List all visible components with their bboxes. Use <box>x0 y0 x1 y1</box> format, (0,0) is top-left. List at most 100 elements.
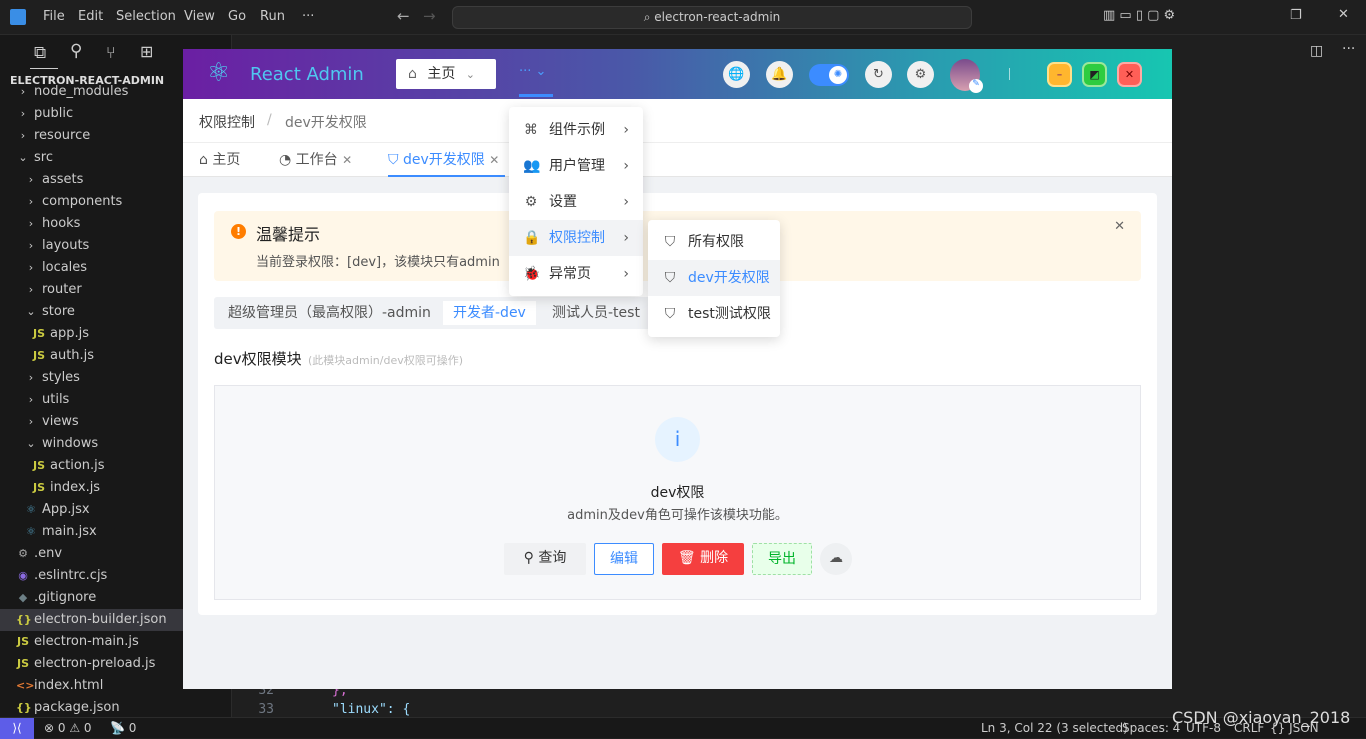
tree-item-label: src <box>34 150 53 165</box>
menu-run[interactable]: Run <box>260 9 285 24</box>
react-admin-window: ⚛ React Admin ⌂ 主页 ⌄ ··· ⌄ 🌐 🔔 ✺ ↻ ⚙ ✎ –… <box>183 49 1172 689</box>
more-menu-button[interactable]: ··· ⌄ <box>519 64 546 79</box>
tree-item-label: electron-main.js <box>34 634 139 649</box>
menu-item[interactable]: ⚙ 设置 › <box>509 184 643 220</box>
close-alert-icon[interactable]: ✕ <box>1114 219 1125 234</box>
menu-item[interactable]: ⌘ 组件示例 › <box>509 112 643 148</box>
chevron-right-icon: › <box>28 371 34 384</box>
chevron-right-icon: › <box>623 266 629 282</box>
breadcrumb-current: dev开发权限 <box>285 115 367 131</box>
close-button[interactable]: ✕ <box>1117 62 1142 87</box>
jsx-file-icon: ⚛ <box>26 503 36 516</box>
menu-item[interactable]: ⛉ test测试权限 <box>648 296 780 332</box>
jsx-file-icon: ⚛ <box>26 525 36 538</box>
source-control-icon[interactable]: ⑂ <box>106 43 116 62</box>
vscode-logo-icon <box>10 9 26 25</box>
back-arrow-icon[interactable]: ← <box>397 7 410 25</box>
more-actions-icon[interactable]: ··· <box>1342 41 1355 57</box>
menu-item[interactable]: 🔒 权限控制 › <box>509 220 643 256</box>
breadcrumb-item[interactable]: 权限控制 <box>199 112 255 132</box>
tree-item-label: windows <box>42 436 99 451</box>
tree-item-label: hooks <box>42 216 81 231</box>
tab-workbench[interactable]: ◔ 工作台 ✕ <box>279 143 352 177</box>
close-window-icon[interactable]: ✕ <box>1338 7 1349 22</box>
menu-item[interactable]: 🐞 异常页 › <box>509 256 643 292</box>
restore-icon[interactable]: ❐ <box>1290 8 1302 23</box>
avatar[interactable]: ✎ <box>950 59 983 93</box>
menu-go[interactable]: Go <box>228 9 246 24</box>
chevron-down-icon: ⌄ <box>18 151 28 164</box>
menu-selection[interactable]: Selection <box>116 9 176 24</box>
result-panel: i dev权限 admin及dev角色可操作该模块功能。 ⚲ 查询 编辑 🗑 删… <box>214 385 1141 600</box>
close-tab-icon[interactable]: ✕ <box>489 153 499 167</box>
search-icon[interactable]: ⚲ <box>70 41 82 61</box>
tree-item-label: store <box>42 304 75 319</box>
export-button[interactable]: 导出 <box>752 543 812 575</box>
search-text: electron-react-admin <box>654 10 781 24</box>
segment-dev[interactable]: 开发者-dev <box>443 301 536 325</box>
query-button[interactable]: ⚲ 查询 <box>504 543 586 575</box>
code-line[interactable]: "linux": { <box>332 702 410 717</box>
settings-icon[interactable]: ⚙ <box>907 61 934 88</box>
explorer-icon[interactable]: ⧉ <box>34 43 46 63</box>
module-title: dev权限模块 <box>214 350 302 368</box>
shield-check-icon: ⛉ <box>664 270 676 286</box>
segment-admin[interactable]: 超级管理员（最高权限）-admin <box>218 301 441 325</box>
remote-icon[interactable]: ⟩⟨ <box>0 718 34 739</box>
trash-icon: 🗑 <box>677 550 696 566</box>
bell-icon[interactable]: 🔔 <box>766 61 793 88</box>
result-desc: admin及dev角色可操作该模块功能。 <box>567 508 788 523</box>
cloud-upload-icon[interactable]: ☁ <box>820 543 852 575</box>
status-bar: ⟩⟨ ⊗ 0 ⚠ 0 📡 0 Ln 3, Col 22 (3 selected)… <box>0 717 1366 739</box>
tab-home[interactable]: ⌂ 主页 <box>199 143 240 177</box>
extensions-icon[interactable]: ⊞ <box>140 42 153 61</box>
home-menu-button[interactable]: ⌂ 主页 ⌄ <box>396 59 496 89</box>
minimize-button[interactable]: – <box>1047 62 1072 87</box>
menu-file[interactable]: File <box>43 9 65 24</box>
tree-item-label: index.js <box>50 480 101 495</box>
forward-arrow-icon[interactable]: → <box>423 7 436 25</box>
maximize-button[interactable]: ◩ <box>1082 62 1107 87</box>
tab-dev-permission[interactable]: ⛉ dev开发权限 ✕ <box>388 143 506 177</box>
chevron-right-icon: › <box>623 194 629 210</box>
chevron-right-icon: › <box>28 393 34 406</box>
refresh-icon[interactable]: ↻ <box>865 61 892 88</box>
tree-item-label: node_modules <box>34 84 129 99</box>
chevron-right-icon: › <box>28 283 34 296</box>
js-file-icon: JS <box>32 349 45 362</box>
app-header: ⚛ React Admin ⌂ 主页 ⌄ ··· ⌄ 🌐 🔔 ✺ ↻ ⚙ ✎ –… <box>183 49 1172 99</box>
menu-icon: 👥 <box>523 158 541 174</box>
permission-submenu: ⛉ 所有权限 ⛉ dev开发权限 ⛉ test测试权限 <box>648 220 780 337</box>
menu-icon: ⚙ <box>524 194 538 210</box>
chevron-right-icon: › <box>20 85 26 98</box>
menu-item[interactable]: ⛉ 所有权限 <box>648 224 780 260</box>
tree-item-label: utils <box>42 392 70 407</box>
dashboard-icon: ◔ <box>279 152 292 168</box>
language-icon[interactable]: 🌐 <box>723 61 750 88</box>
menu-edit[interactable]: Edit <box>78 9 103 24</box>
more-dropdown-menu: ⌘ 组件示例 › 👥 用户管理 › ⚙ 设置 › 🔒 权限控制 › 🐞 异常页 › <box>509 107 643 296</box>
vscode-titlebar: File Edit Selection View Go Run ··· ← → … <box>0 0 1366 35</box>
close-tab-icon[interactable]: ✕ <box>342 153 352 167</box>
menu-more[interactable]: ··· <box>302 9 314 24</box>
tree-item[interactable]: {} package.json <box>0 697 232 719</box>
module-hint: (此模块admin/dev权限可操作) <box>308 354 464 367</box>
chevron-right-icon: › <box>28 415 34 428</box>
segment-test[interactable]: 测试人员-test <box>542 301 650 325</box>
menu-item[interactable]: ⛉ dev开发权限 <box>648 260 780 296</box>
tree-item-label: router <box>42 282 82 297</box>
command-center-search[interactable]: ⌕ electron-react-admin <box>452 6 972 29</box>
tree-item-label: .env <box>34 546 63 561</box>
theme-toggle[interactable]: ✺ <box>809 64 849 86</box>
tree-item-label: App.jsx <box>42 502 90 517</box>
layout-icons[interactable]: ▥ ▭ ▯ ▢ ⚙ <box>1103 8 1175 23</box>
edit-button[interactable]: 编辑 <box>594 543 654 575</box>
problems-indicator[interactable]: ⊗ 0 ⚠ 0 <box>44 718 92 738</box>
cursor-position[interactable]: Ln 3, Col 22 (3 selected) <box>981 718 1128 738</box>
split-editor-icon[interactable]: ◫ <box>1310 43 1323 59</box>
menu-view[interactable]: View <box>184 9 215 24</box>
delete-button[interactable]: 🗑 删除 <box>662 543 744 575</box>
ports-indicator[interactable]: 📡 0 <box>110 718 136 738</box>
menu-item[interactable]: 👥 用户管理 › <box>509 148 643 184</box>
menu-icon: ⌘ <box>524 122 538 138</box>
